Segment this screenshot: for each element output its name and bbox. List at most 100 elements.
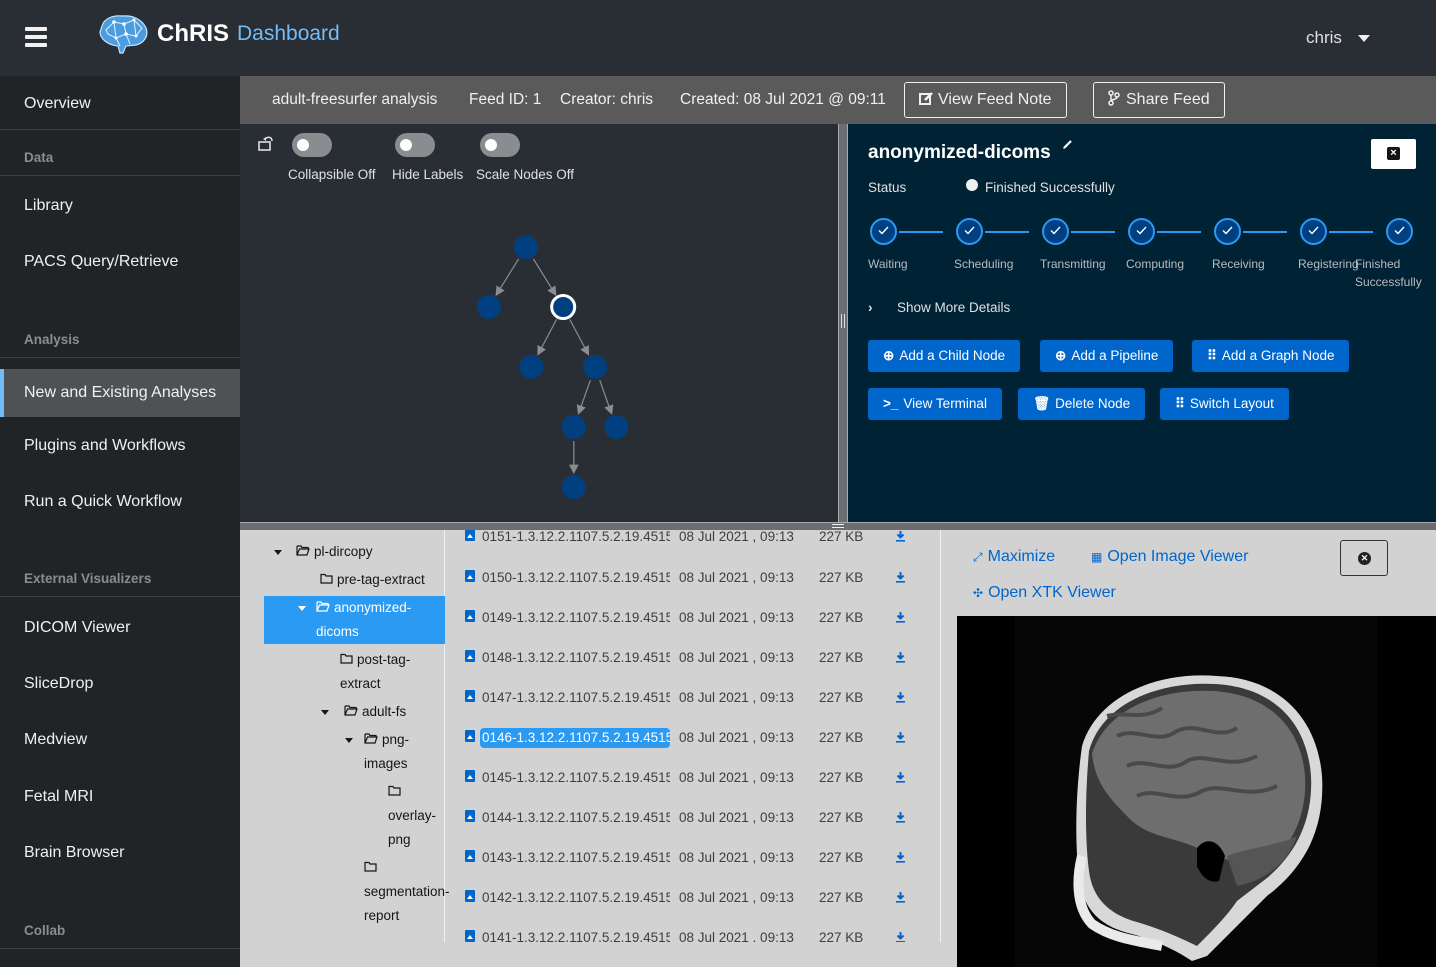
graph-edge — [569, 319, 590, 356]
sidebar-item-pacs-query-retrieve[interactable]: PACS Query/Retrieve — [0, 238, 240, 286]
download-icon[interactable] — [895, 691, 906, 703]
file-name[interactable]: 0151-1.3.12.2.1107.5.2.19.45152.2 — [480, 530, 670, 547]
graph-node[interactable] — [561, 415, 586, 439]
file-row[interactable]: 0149-1.3.12.2.1107.5.2.19.45152.2 08 Jul … — [445, 608, 935, 648]
pencil-edit-icon[interactable] — [1062, 138, 1074, 150]
view-terminal-button[interactable]: >_ View Terminal — [868, 388, 1002, 420]
file-name[interactable]: 0145-1.3.12.2.1107.5.2.19.45152.2 — [480, 768, 670, 788]
step-connector — [1071, 231, 1115, 233]
caret-down-icon[interactable] — [274, 550, 282, 555]
file-size: 227 KB — [819, 890, 864, 905]
file-name[interactable]: 0147-1.3.12.2.1107.5.2.19.45152.2 — [480, 688, 670, 708]
tree-folder[interactable]: pl-dircopy — [296, 540, 436, 564]
download-icon[interactable] — [895, 731, 906, 743]
close-node-details-button[interactable]: × — [1371, 139, 1416, 169]
sidebar-section-collab: Collab — [0, 923, 240, 949]
sidebar-item-dicom-viewer[interactable]: DICOM Viewer — [0, 604, 240, 652]
download-icon[interactable] — [895, 651, 906, 663]
maximize-button[interactable]: ⤢ Maximize — [973, 548, 1055, 566]
file-row[interactable]: 0143-1.3.12.2.1107.5.2.19.45152.2 08 Jul … — [445, 848, 935, 888]
graph-node[interactable] — [604, 415, 629, 439]
file-row[interactable]: 0148-1.3.12.2.1107.5.2.19.45152.2 08 Jul … — [445, 648, 935, 688]
view-feed-note-button[interactable]: View Feed Note — [904, 82, 1067, 118]
file-list[interactable]: 0151-1.3.12.2.1107.5.2.19.45152.2 08 Jul … — [445, 530, 941, 942]
tree-folder[interactable]: adult-fs — [344, 700, 444, 724]
graph-node[interactable] — [476, 295, 501, 319]
file-name[interactable]: 0149-1.3.12.2.1107.5.2.19.45152.2 — [480, 608, 670, 628]
sidebar-item-fetal-mri[interactable]: Fetal MRI — [0, 773, 240, 821]
file-row[interactable]: 0146-1.3.12.2.1107.5.2.19.45152.2 08 Jul … — [445, 728, 935, 768]
download-icon[interactable] — [895, 931, 906, 942]
tree-folder[interactable]: segmentation-report — [364, 856, 450, 928]
vertical-splitter[interactable] — [838, 124, 848, 522]
file-row[interactable]: 0145-1.3.12.2.1107.5.2.19.45152.2 08 Jul … — [445, 768, 935, 808]
status-value: Finished Successfully — [985, 180, 1115, 195]
sidebar-item-plugins-and-workflows[interactable]: Plugins and Workflows — [0, 422, 240, 470]
add-a-child-node-button[interactable]: ⊕ Add a Child Node — [868, 340, 1021, 372]
file-name[interactable]: 0142-1.3.12.2.1107.5.2.19.45152.2 — [480, 888, 670, 908]
close-preview-button[interactable]: ✕ — [1340, 540, 1388, 576]
sidebar-item-brain-browser[interactable]: Brain Browser — [0, 829, 240, 877]
file-size: 227 KB — [819, 690, 864, 705]
tree-folder[interactable]: pre-tag-extract — [320, 568, 445, 592]
caret-down-icon[interactable] — [345, 738, 353, 743]
delete-node-button[interactable]: 🗑 Delete Node — [1018, 388, 1146, 420]
caret-down-icon[interactable] — [321, 710, 329, 715]
tree-folder[interactable]: overlay-png — [388, 780, 444, 852]
switch-layout-button[interactable]: ⠿ Switch Layout — [1160, 388, 1289, 420]
step-connector — [1157, 231, 1201, 233]
show-more-details-toggle[interactable]: › Show More Details — [868, 300, 1010, 315]
download-icon[interactable] — [895, 851, 906, 863]
sidebar-item-new-and-existing-analyses[interactable]: New and Existing Analyses — [0, 369, 240, 417]
tree-folder[interactable]: anonymized-dicoms — [264, 596, 445, 645]
file-date: 08 Jul 2021 , 09:13 — [679, 850, 794, 865]
file-size: 227 KB — [819, 850, 864, 865]
sidebar-item-medview[interactable]: Medview — [0, 716, 240, 764]
folder-open-icon — [316, 596, 330, 620]
file-name[interactable]: 0141-1.3.12.2.1107.5.2.19.45152.2 — [480, 928, 670, 942]
download-icon[interactable] — [895, 891, 906, 903]
sidebar-item-library[interactable]: Library — [0, 182, 240, 230]
file-name[interactable]: 0143-1.3.12.2.1107.5.2.19.45152.2 — [480, 848, 670, 868]
tree-folder[interactable]: post-tag-extract — [340, 648, 445, 696]
sidebar-item-overview[interactable]: Overview — [0, 80, 240, 128]
share-feed-button[interactable]: Share Feed — [1093, 82, 1225, 118]
open-image-viewer-button[interactable]: ▦ Open Image Viewer — [1091, 548, 1248, 566]
graph-node[interactable] — [561, 475, 586, 499]
file-size: 227 KB — [819, 530, 864, 544]
file-row[interactable]: 0147-1.3.12.2.1107.5.2.19.45152.2 08 Jul … — [445, 688, 935, 728]
sidebar-item-slicedrop[interactable]: SliceDrop — [0, 660, 240, 708]
file-name[interactable]: 0144-1.3.12.2.1107.5.2.19.45152.2 — [480, 808, 670, 828]
download-icon[interactable] — [895, 811, 906, 823]
step-label: Receiving — [1212, 257, 1265, 271]
graph-node-selected[interactable] — [550, 294, 577, 320]
user-menu[interactable]: chris — [1306, 28, 1342, 48]
open-xtk-viewer-button[interactable]: ✣ Open XTK Viewer — [973, 584, 1116, 602]
file-row[interactable]: 0144-1.3.12.2.1107.5.2.19.45152.2 08 Jul … — [445, 808, 935, 848]
folder-icon — [364, 856, 377, 880]
file-name[interactable]: 0146-1.3.12.2.1107.5.2.19.45152.2 — [480, 728, 670, 748]
add-a-pipeline-button[interactable]: ⊕ Add a Pipeline — [1040, 340, 1174, 372]
file-row[interactable]: 0150-1.3.12.2.1107.5.2.19.45152.2 08 Jul … — [445, 568, 935, 608]
download-icon[interactable] — [895, 771, 906, 783]
file-row[interactable]: 0151-1.3.12.2.1107.5.2.19.45152.2 08 Jul … — [445, 530, 935, 567]
caret-down-icon[interactable] — [298, 606, 306, 611]
download-icon[interactable] — [895, 571, 906, 583]
caret-down-icon[interactable] — [1358, 35, 1370, 42]
download-icon[interactable] — [895, 611, 906, 623]
tree-folder[interactable]: png-images — [364, 728, 444, 776]
file-date: 08 Jul 2021 , 09:13 — [679, 650, 794, 665]
hamburger-menu-icon[interactable] — [25, 27, 47, 47]
graph-edge — [576, 379, 591, 415]
file-row[interactable]: 0141-1.3.12.2.1107.5.2.19.45152.2 08 Jul … — [445, 928, 935, 942]
add-a-graph-node-button[interactable]: ⠿ Add a Graph Node — [1192, 340, 1350, 372]
file-name[interactable]: 0150-1.3.12.2.1107.5.2.19.45152.2 — [480, 568, 670, 588]
graph-node[interactable] — [519, 355, 544, 379]
file-name[interactable]: 0148-1.3.12.2.1107.5.2.19.45152.2 — [480, 648, 670, 668]
download-icon[interactable] — [895, 530, 906, 542]
file-row[interactable]: 0142-1.3.12.2.1107.5.2.19.45152.2 08 Jul … — [445, 888, 935, 928]
sidebar-item-run-a-quick-workflow[interactable]: Run a Quick Workflow — [0, 478, 240, 526]
graph-node[interactable] — [514, 235, 538, 259]
horizontal-splitter[interactable] — [240, 522, 1436, 530]
graph-node[interactable] — [583, 355, 608, 379]
